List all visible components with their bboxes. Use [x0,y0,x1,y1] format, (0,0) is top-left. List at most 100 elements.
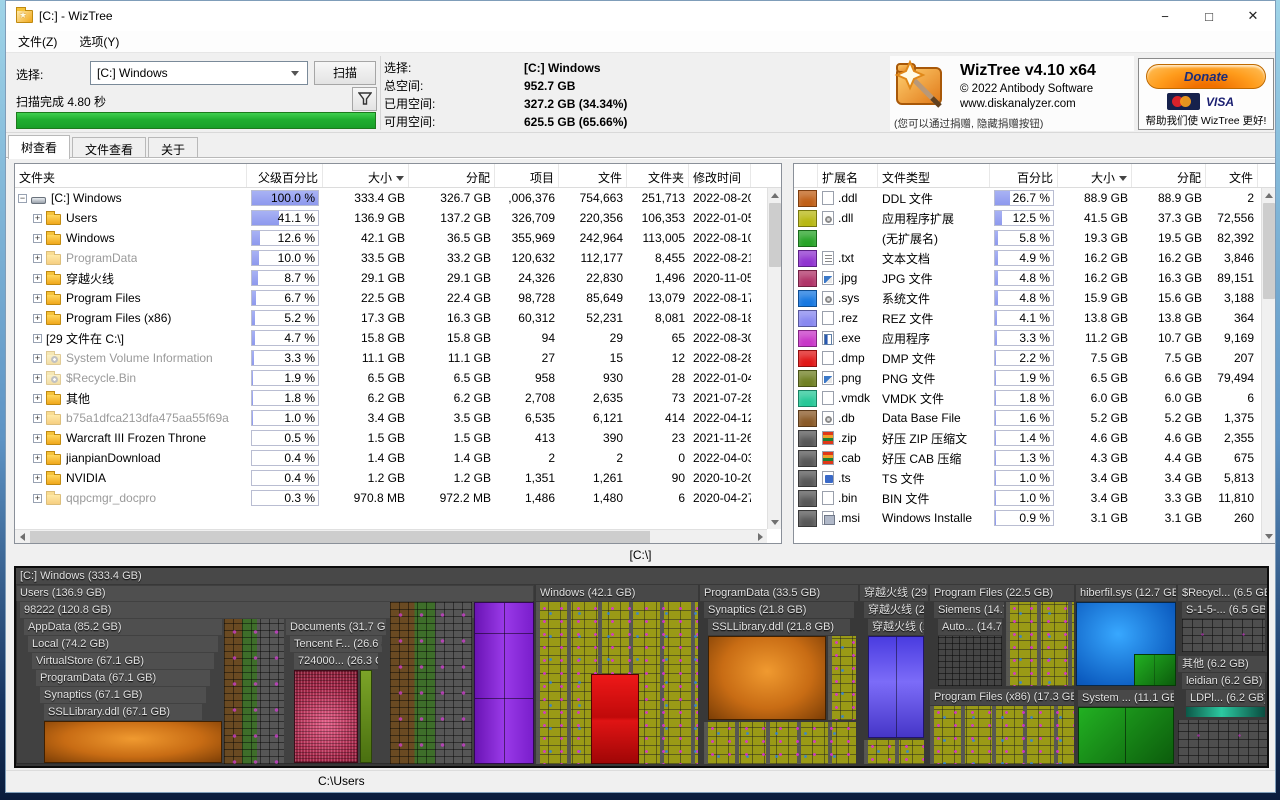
treemap-block-program-files-x86[interactable] [930,706,1074,764]
treemap-label-programdata[interactable]: ProgramData (33.5 GB) [700,585,858,601]
treemap-block-ssllibrary[interactable] [708,636,826,720]
tree-row[interactable]: +qqpcmgr_docpro0.3 %970.8 MB972.2 MB1,48… [15,488,781,508]
extension-row[interactable]: .txt文本文档4.9 %16.2 GB16.2 GB3,846 [794,248,1275,268]
extension-row[interactable]: .msiWindows Installe0.9 %3.1 GB3.1 GB260 [794,508,1275,528]
tree-expander[interactable]: + [33,354,42,363]
extension-row[interactable]: .dll应用程序扩展12.5 %41.5 GB37.3 GB72,556 [794,208,1275,228]
header-folder[interactable]: 文件夹 [15,164,247,187]
header-ext-size[interactable]: 大小 [1058,164,1132,187]
tree-expander[interactable]: + [33,274,42,283]
tree-row[interactable]: +[29 文件在 C:\]4.7 %15.8 GB15.8 GB94296520… [15,328,781,348]
treemap-label-virtualstore[interactable]: VirtualStore (67.1 GB) [32,653,214,669]
tree-expander[interactable]: + [33,434,42,443]
extension-row[interactable]: .vmdkVMDK 文件1.8 %6.0 GB6.0 GB6 [794,388,1275,408]
tab-file-view[interactable]: 文件查看 [72,137,146,159]
header-files[interactable]: 文件 [559,164,627,187]
treemap-block-crossfire-misc[interactable] [864,740,924,764]
donate-button[interactable]: Donate [1146,64,1266,89]
treemap-block-users-purple[interactable] [474,602,534,764]
treemap-label-users[interactable]: Users (136.9 GB) [16,585,534,601]
tree-expander[interactable]: + [33,254,42,263]
treemap-label-tencent[interactable]: Tencent F... (26.6 GB) [290,636,382,652]
extension-row[interactable]: (无扩展名)5.8 %19.3 GB19.5 GB82,392 [794,228,1275,248]
header-items[interactable]: 项目 [495,164,559,187]
tree-expander[interactable]: + [33,394,42,403]
scroll-up-arrow[interactable] [1262,188,1276,202]
header-ext[interactable]: 扩展名 [818,164,878,187]
scroll-up-arrow[interactable] [768,188,782,202]
treemap-block-windows-red[interactable] [591,674,639,764]
scroll-left-arrow[interactable] [15,530,29,544]
treemap-label-program-files[interactable]: Program Files (22.5 GB) [930,585,1074,601]
extension-row[interactable]: .exe应用程序3.3 %11.2 GB10.7 GB9,169 [794,328,1275,348]
minimize-button[interactable]: − [1143,1,1187,31]
extension-row[interactable]: .dbData Base File1.6 %5.2 GB5.2 GB1,375 [794,408,1275,428]
scan-button[interactable]: 扫描 [314,61,376,85]
tree-expander[interactable]: + [33,374,42,383]
treemap-label-other[interactable]: 其他 (6.2 GB) [1178,656,1267,672]
treemap-block-pf-misc[interactable] [1006,602,1074,686]
close-button[interactable]: ✕ [1231,1,1275,31]
scroll-right-arrow[interactable] [753,530,767,544]
scroll-thumb[interactable] [1263,203,1275,299]
tree-expander[interactable]: + [33,214,42,223]
header-ext-alloc[interactable]: 分配 [1132,164,1206,187]
tab-about[interactable]: 关于 [148,137,198,159]
treemap-block-siemens[interactable] [938,636,1002,686]
tree-vertical-scrollbar[interactable] [767,188,781,529]
tree-row[interactable]: +$Recycle.Bin1.9 %6.5 GB6.5 GB9589302820… [15,368,781,388]
tree-row[interactable]: +b75a1dfca213dfa475aa55f69a1.0 %3.4 GB3.… [15,408,781,428]
treemap-block-programdata-misc[interactable] [828,636,856,720]
maximize-button[interactable]: □ [1187,1,1231,31]
treemap-label-synaptics-u[interactable]: Synaptics (67.1 GB) [40,687,206,703]
extension-row[interactable]: .binBIN 文件1.0 %3.4 GB3.3 GB11,810 [794,488,1275,508]
scroll-thumb-h[interactable] [30,531,650,543]
tree-row[interactable]: +其他1.8 %6.2 GB6.2 GB2,7082,635732021-07-… [15,388,781,408]
tree-expander[interactable]: + [33,414,42,423]
treemap-block-crossfire[interactable] [868,636,924,738]
treemap-label-auto[interactable]: Auto... (14.7 GB) [938,619,1002,635]
treemap-label-leidian[interactable]: leidian (6.2 GB) [1182,673,1265,689]
extension-row[interactable]: .tsTS 文件1.0 %3.4 GB3.4 GB5,813 [794,468,1275,488]
extension-row[interactable]: .cab好压 CAB 压缩1.3 %4.3 GB4.4 GB675 [794,448,1275,468]
treemap-label-root[interactable]: [C:] Windows (333.4 GB) [16,568,1267,584]
header-size[interactable]: 大小 [323,164,409,187]
treemap-label-724000[interactable]: 724000... (26.3 GB) [294,653,378,669]
tree-row[interactable]: +System Volume Information3.3 %11.1 GB11… [15,348,781,368]
tree-row[interactable]: −[C:] Windows100.0 %333.4 GB326.7 GB,006… [15,188,781,208]
header-ext-files[interactable]: 文件 [1206,164,1258,187]
treemap-label-crossfire1[interactable]: 穿越火线 (29.1 GB) [860,585,928,601]
treemap-label-documents[interactable]: Documents (31.7 GB) [286,619,386,635]
treemap-label-ssllibrary[interactable]: SSLLibrary.ddl (21.8 GB) [708,619,850,635]
treemap-block-system[interactable] [1078,707,1174,764]
filter-button[interactable] [352,87,377,111]
ext-vertical-scrollbar[interactable] [1261,188,1275,543]
treemap-block-appdata-misc[interactable] [224,619,284,764]
tree-expander[interactable]: + [33,454,42,463]
drive-select[interactable]: [C:] Windows [90,61,308,85]
extension-row[interactable]: .dmpDMP 文件2.2 %7.5 GB7.5 GB207 [794,348,1275,368]
treemap-block-recycle[interactable] [1182,619,1265,652]
tree-horizontal-scrollbar[interactable] [15,529,767,543]
header-percent[interactable]: 百分比 [990,164,1058,187]
scroll-thumb[interactable] [769,203,781,267]
treemap[interactable]: [C:] Windows (333.4 GB) Users (136.9 GB)… [14,566,1269,768]
header-filetype[interactable]: 文件类型 [878,164,990,187]
tree-expander[interactable]: + [33,494,42,503]
treemap-block-hiberfil-green[interactable] [1134,654,1176,686]
tree-expander[interactable]: + [33,314,42,323]
extension-row[interactable]: .rezREZ 文件4.1 %13.8 GB13.8 GB364 [794,308,1275,328]
extension-row[interactable]: .pngPNG 文件1.9 %6.5 GB6.6 GB79,494 [794,368,1275,388]
treemap-label-local[interactable]: Local (74.2 GB) [28,636,218,652]
scroll-down-arrow[interactable] [1262,529,1276,543]
extension-row[interactable]: .jpgJPG 文件4.8 %16.2 GB16.3 GB89,151 [794,268,1275,288]
tree-expander[interactable]: + [33,474,42,483]
treemap-label-recycle[interactable]: $Recycl... (6.5 GB) [1178,585,1267,601]
treemap-label-crossfire2[interactable]: 穿越火线 (29.1 GB) [864,602,924,618]
header-folders[interactable]: 文件夹 [627,164,689,187]
treemap-label-appdata[interactable]: AppData (85.2 GB) [24,619,222,635]
scroll-down-arrow[interactable] [768,515,782,529]
extension-row[interactable]: .sys系统文件4.8 %15.9 GB15.6 GB3,188 [794,288,1275,308]
treemap-label-program-files-x86[interactable]: Program Files (x86) (17.3 GB) [930,689,1074,705]
tree-expander[interactable]: + [33,294,42,303]
